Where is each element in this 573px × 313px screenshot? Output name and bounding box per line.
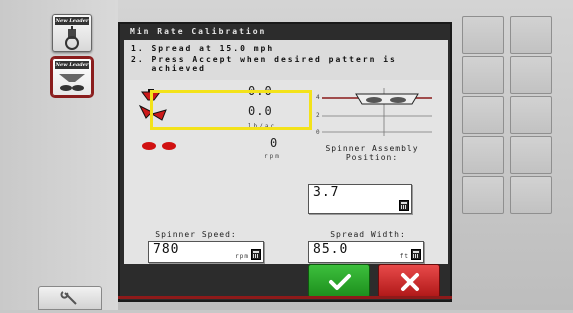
instruction-line-1: 1. Spread at 15.0 mph [131,44,275,53]
spinner-disc-right-icon [162,142,176,150]
settings-tab[interactable] [38,286,102,310]
softkey-empty[interactable] [462,56,504,94]
softkey-spreader-control[interactable]: New Leader [52,14,92,52]
checkmark-icon [329,274,351,290]
scale-label-4: 4 [316,94,322,101]
brand-label: New Leader [55,17,89,25]
softkey-calibration[interactable]: New Leader [52,58,92,96]
keypad-icon[interactable] [251,249,261,260]
softkey-empty[interactable] [462,16,504,54]
softkey-empty[interactable] [462,96,504,134]
instructions-panel: 1. Spread at 15.0 mph 2. Press Accept wh… [124,40,448,80]
softkey-empty[interactable] [510,176,552,214]
calibration-dialog: Min Rate Calibration 1. Spread at 15.0 m… [118,22,452,302]
softkey-empty[interactable] [462,136,504,174]
brand-label: New Leader [55,61,89,69]
close-icon [401,273,419,291]
spread-width-field[interactable]: 85.0 ft [308,241,424,263]
spinner-disc-left-icon [142,142,156,150]
cancel-button[interactable] [378,264,440,298]
hydraulic-icon [65,26,79,50]
softkey-empty[interactable] [510,16,552,54]
softkey-empty[interactable] [510,136,552,174]
spinner-position-field[interactable]: 3.7 [308,184,412,214]
highlight-frame [150,90,312,130]
bottom-accent-line [118,296,452,299]
left-softkey-bar: New Leader New Leader [0,0,118,310]
spinner-rpm-unit: rpm [264,153,281,160]
keypad-icon[interactable] [399,200,409,211]
spreader-icon [59,74,85,91]
spinner-rpm-value: 0 [270,136,279,150]
softkey-empty[interactable] [510,96,552,134]
spread-width-label: Spread Width: [330,230,406,239]
settings-panel: Spinner Speed: 780 rpm Spread Width: 85.… [124,220,448,264]
accept-button[interactable] [308,264,370,298]
softkey-empty[interactable] [462,176,504,214]
wrench-icon [60,291,77,305]
scale-label-2: 2 [316,112,322,119]
spinner-speed-field[interactable]: 780 rpm [148,241,264,263]
spread-width-unit: ft [399,253,409,260]
spinner-speed-value: 780 [153,242,180,257]
scale-label-0: 0 [316,129,322,136]
instruction-line-2: 2. Press Accept when desired pattern is [131,55,397,64]
keypad-icon[interactable] [411,249,421,260]
spinner-speed-label: Spinner Speed: [155,230,237,239]
dialog-title: Min Rate Calibration [130,27,267,36]
spinner-position-label: Spinner Assembly Position: [325,144,419,162]
softkey-empty[interactable] [510,56,552,94]
spinner-speed-unit: rpm [235,253,249,260]
screen: New Leader New Leader Min Rate Calibrati… [0,0,573,310]
spread-width-value: 85.0 [313,242,349,257]
spinner-position-value: 3.7 [313,185,340,200]
spinner-position-graph [322,88,432,136]
instruction-line-3: achieved [131,64,206,73]
